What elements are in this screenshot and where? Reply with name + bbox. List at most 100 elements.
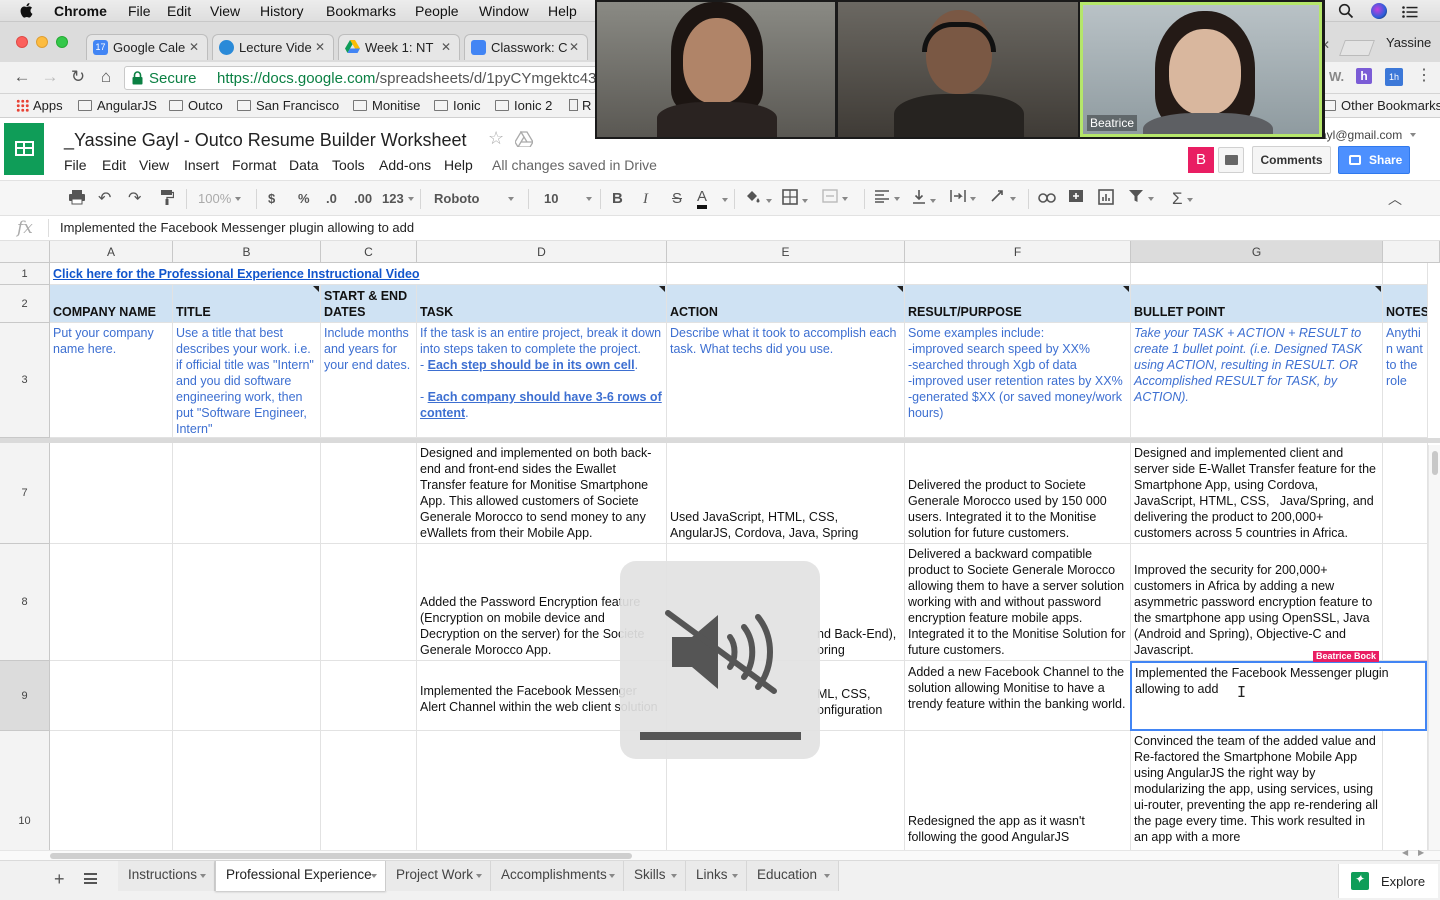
menu-people[interactable]: People [415,3,459,19]
row-header-2[interactable]: 2 [0,285,50,323]
account-email[interactable]: ayl@gmail.com [1320,128,1416,142]
sheet-tab-accomplishments[interactable]: Accomplishments [491,861,624,891]
column-header-f[interactable]: F [905,241,1131,263]
sheets-menu-tools[interactable]: Tools [332,157,365,173]
sheets-menu-format[interactable]: Format [232,157,276,173]
vertical-align-icon[interactable] [912,189,936,209]
star-icon[interactable]: ☆ [488,128,504,149]
back-arrow-icon[interactable]: ← [12,67,32,87]
bookmark-other[interactable]: Other Bookmarks [1322,98,1440,113]
sheets-menu-help[interactable]: Help [444,157,473,173]
all-sheets-icon[interactable] [84,873,97,884]
zoom-select[interactable]: 100% [198,189,242,209]
bullet-point-cell[interactable]: Designed and implemented client and serv… [1131,443,1383,544]
sheet-tab-instructions[interactable]: Instructions [118,861,215,891]
header-task[interactable]: TASK [417,285,667,323]
text-wrap-icon[interactable] [950,189,976,209]
siri-icon[interactable] [1371,3,1387,19]
functions-icon[interactable]: Σ [1172,189,1193,209]
cell[interactable] [1383,263,1428,285]
borders-icon[interactable] [782,189,808,209]
undo-icon[interactable]: ↶ [98,189,111,209]
menu-app-chrome[interactable]: Chrome [54,3,107,19]
formula-input[interactable]: Implemented the Facebook Messenger plugi… [60,220,414,235]
chrome-menu-icon[interactable]: ⋮ [1416,67,1432,85]
extension-calendar-icon[interactable]: 1h [1385,68,1403,86]
instruction-dates[interactable]: Include months and years for your end da… [321,323,417,438]
cell[interactable] [667,263,905,285]
reload-icon[interactable]: ↻ [68,67,88,87]
horizontal-scrollbar[interactable]: ◀ ▶ [0,848,1440,860]
column-header-g[interactable]: G [1131,241,1383,263]
bookmark-apps[interactable]: Apps [16,98,63,113]
cell[interactable] [1383,731,1428,850]
bookmark-r[interactable]: R [569,98,591,113]
header-company-name[interactable]: COMPANY NAME [50,285,173,323]
filter-icon[interactable] [1128,189,1154,209]
participant-video-beatrice[interactable]: Beatrice [1080,2,1322,137]
window-zoom-button[interactable] [56,36,68,48]
sheets-menu-insert[interactable]: Insert [184,157,219,173]
move-to-folder-icon[interactable] [514,130,535,149]
share-button[interactable]: Share [1338,146,1410,174]
menu-view[interactable]: View [210,3,240,19]
row-header-10[interactable]: 10 [0,731,50,850]
instruction-notes[interactable]: Anythin want to the role [1383,323,1428,438]
sheets-menu-view[interactable]: View [139,157,169,173]
decrease-decimal-button[interactable]: .0 [326,189,337,209]
scrollbar-thumb[interactable] [1432,451,1438,475]
column-header-d[interactable]: D [417,241,667,263]
bullet-point-cell[interactable]: Improved the security for 200,000+ custo… [1131,544,1383,661]
result-cell[interactable]: Added a new Facebook Channel to the solu… [905,661,1131,731]
participant-video-2[interactable] [838,2,1078,137]
currency-format-button[interactable]: $ [268,189,275,209]
add-sheet-icon[interactable]: + [54,869,65,890]
row-header-9[interactable]: 9 [0,661,50,731]
cell[interactable] [173,544,321,661]
strikethrough-button[interactable]: S [672,189,682,209]
insert-comment-icon[interactable] [1068,189,1084,209]
cell[interactable] [50,661,173,731]
redo-icon[interactable]: ↷ [128,189,141,209]
sheet-tab-education[interactable]: Education [747,861,839,891]
header-action[interactable]: ACTION [667,285,905,323]
cell[interactable] [50,731,173,850]
row-header-3[interactable]: 3 [0,323,50,438]
cell[interactable] [321,443,417,544]
cell[interactable] [173,731,321,850]
italic-button[interactable]: I [643,189,648,209]
cell[interactable] [321,544,417,661]
cell[interactable] [173,443,321,544]
notification-center-icon[interactable] [1402,5,1418,21]
percent-format-button[interactable]: % [298,189,310,209]
bold-button[interactable]: B [612,189,623,209]
extension-h-icon[interactable]: h [1356,68,1372,84]
column-header-b[interactable]: B [173,241,321,263]
collaborator-avatar[interactable]: B [1188,147,1214,173]
browser-tab-lecture[interactable]: Lecture Vide ✕ [212,34,334,60]
row-header-8[interactable]: 8 [0,544,50,661]
chat-button[interactable] [1218,147,1244,173]
sheets-menu-data[interactable]: Data [289,157,319,173]
bullet-point-cell[interactable]: Convinced the team of the added value an… [1131,731,1383,850]
menu-history[interactable]: History [260,3,304,19]
merge-cells-icon[interactable] [822,189,848,209]
bookmark-ionic[interactable]: Ionic [434,98,480,113]
sheet-tab-skills[interactable]: Skills [624,861,686,891]
cell[interactable] [1383,544,1428,661]
text-rotation-icon[interactable] [990,189,1016,209]
active-cell-editor[interactable]: Implemented the Facebook Messenger plugi… [1130,661,1427,731]
result-cell[interactable]: Redesigned the app as it wasn't followin… [905,731,1131,850]
menu-bookmarks[interactable]: Bookmarks [326,3,396,19]
cell[interactable] [321,731,417,850]
increase-decimal-button[interactable]: .00 [354,189,372,209]
spotlight-icon[interactable] [1338,3,1354,22]
column-header-h[interactable] [1383,241,1440,263]
action-cell[interactable]: Used JavaScript, HTML, CSS, AngularJS, C… [667,443,905,544]
sheets-logo-icon[interactable] [4,123,44,175]
close-icon[interactable]: ✕ [315,40,325,54]
video-call-window[interactable]: Beatrice [595,0,1325,139]
sheet-tab-professional-experience[interactable]: Professional Experience [215,861,386,891]
insert-chart-icon[interactable] [1098,189,1114,209]
cell[interactable] [1131,263,1383,285]
